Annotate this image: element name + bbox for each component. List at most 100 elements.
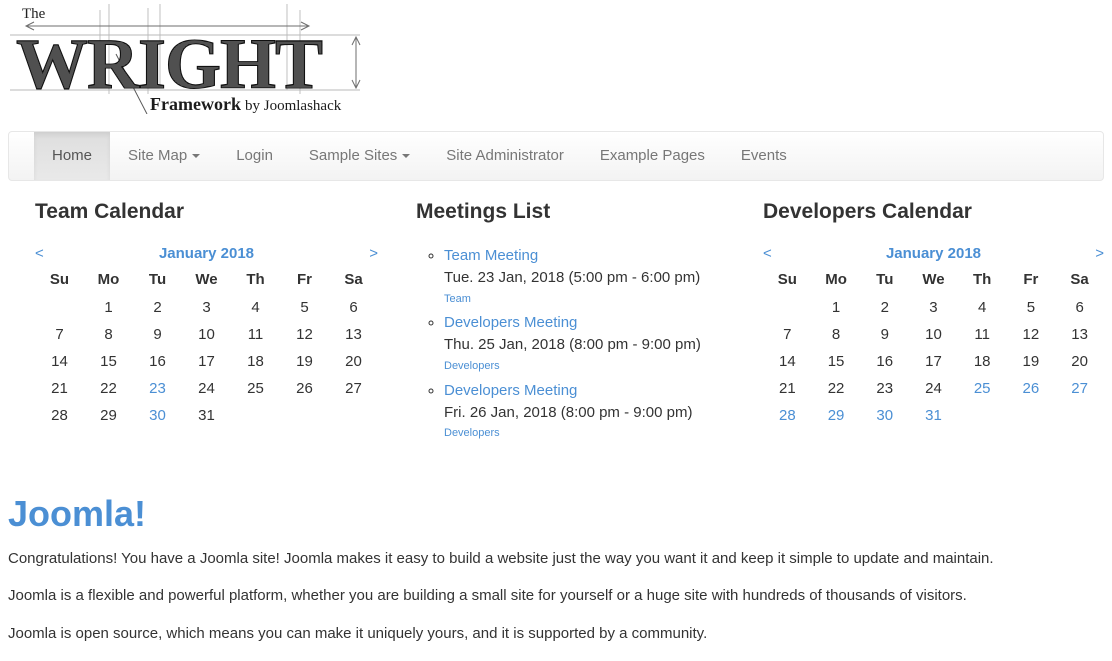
calendar-week-row: 21 22 23 24 25 26 27 (35, 375, 378, 402)
developers-calendar-weekday-tu: Tu (876, 271, 894, 289)
calendar-weekday-row: Su Mo Tu We Th Fr Sa (763, 267, 1104, 294)
developers-calendar-day-19: 19 (1022, 353, 1040, 371)
calendar-week-row: 14 15 16 17 18 19 20 (35, 348, 378, 375)
team-calendar-weekday-su: Su (49, 271, 70, 289)
developers-calendar-day-13: 13 (1071, 326, 1088, 344)
team-calendar-day-8: 8 (104, 326, 113, 344)
meetings-list-module: Meetings List Team MeetingTue. 23 Jan, 2… (390, 200, 750, 447)
developers-calendar-weekday-we: We (922, 271, 945, 289)
nav-item-label: Site Map (128, 147, 188, 164)
next-month-arrow-icon[interactable]: > (358, 245, 378, 262)
nav-item-example-pages[interactable]: Example Pages (582, 132, 723, 180)
calendar-empty-cell (1055, 402, 1104, 429)
site-logo[interactable]: The WRIGHT Framework by Joomlashack (4, 2, 366, 114)
developers-calendar-day-link-29[interactable]: 29 (812, 402, 861, 429)
team-calendar-day-25: 25 (247, 380, 264, 398)
meeting-category-link[interactable]: Team (444, 289, 738, 310)
team-calendar-day-21: 21 (51, 380, 68, 398)
calendar-empty-cell (280, 402, 329, 429)
team-calendar-day-2: 2 (153, 299, 162, 317)
meeting-list-item: Developers Meeting Thu. 25 Jan, 2018 (8:0… (444, 312, 738, 376)
nav-item-site-map[interactable]: Site Map (110, 132, 218, 180)
team-calendar-weekday-fr: Fr (297, 271, 312, 289)
developers-calendar-day-2: 2 (880, 299, 889, 317)
prev-month-arrow-icon[interactable]: < (35, 245, 55, 262)
module-row: Team Calendar < January 2018 > Su Mo Tu We T… (0, 200, 1112, 447)
calendar-empty-cell (958, 402, 1007, 429)
team-calendar-day-9: 9 (153, 326, 162, 344)
developers-calendar-weekday-th: Th (973, 271, 992, 289)
nav-item-sample-sites[interactable]: Sample Sites (291, 132, 428, 180)
team-calendar-day-3: 3 (202, 299, 211, 317)
team-calendar-day-15: 15 (100, 353, 117, 371)
team-calendar-day-22: 22 (100, 380, 117, 398)
developers-calendar-day-14: 14 (779, 353, 796, 371)
nav-item-label: Site Administrator (446, 147, 564, 164)
team-calendar-day-link-30[interactable]: 30 (133, 402, 182, 429)
meeting-title-link[interactable]: Developers Meeting (444, 380, 738, 402)
main-navigation: Home Site Map Login Sample Sites Site Admini… (8, 131, 1104, 181)
developers-calendar-day-15: 15 (827, 353, 845, 371)
meeting-list-item: Team MeetingTue. 23 Jan, 2018 (5:00 pm -… (444, 245, 738, 309)
developers-calendar-day-link-26[interactable]: 26 (1007, 375, 1056, 402)
nav-item-label: Login (236, 147, 273, 164)
calendar-week-row: 28 29 30 31 (35, 402, 378, 429)
developers-calendar-month-label[interactable]: January 2018 (783, 245, 1084, 262)
team-calendar-day-6: 6 (349, 299, 358, 317)
article-paragraph: Joomla is open source, which means you c… (8, 625, 708, 643)
developers-calendar-day-10: 10 (925, 326, 942, 344)
developers-calendar-day-9: 9 (880, 326, 889, 344)
developers-calendar-weekday-fr: Fr (1023, 271, 1039, 289)
developers-calendar-day-4: 4 (977, 299, 987, 317)
nav-item-events[interactable]: Events (723, 132, 805, 180)
team-calendar-day-12: 12 (296, 326, 313, 344)
team-calendar-day-16: 16 (149, 353, 166, 371)
team-calendar-day-18: 18 (247, 353, 264, 371)
nav-item-home[interactable]: Home (34, 132, 111, 180)
svg-text:Framework: Framework (150, 94, 241, 114)
developers-calendar-day-11: 11 (974, 326, 990, 344)
team-calendar-day-link-23[interactable]: 23 (133, 375, 182, 402)
nav-item-site-administrator[interactable]: Site Administrator (428, 132, 582, 180)
developers-calendar-module: Developers Calendar < January 2018 > Su M… (750, 200, 1112, 447)
nav-list: Home Site Map Login Sample Sites Site Admini… (34, 132, 1103, 180)
team-calendar-weekday-mo: Mo (97, 271, 120, 289)
developers-calendar-day-3: 3 (929, 299, 938, 317)
prev-month-arrow-icon[interactable]: < (763, 245, 783, 262)
developers-calendar-grid: Su Mo Tu We Th Fr Sa 1 2 3 4 5 6 7 8 9 10 11 12 13 14 15 16 17 1… (763, 267, 1104, 429)
meeting-category-link[interactable]: Developers (444, 356, 738, 377)
developers-calendar-day-20: 20 (1071, 353, 1088, 371)
meeting-category-link[interactable]: Developers (444, 423, 738, 444)
developers-calendar-weekday-sa: Sa (1070, 271, 1089, 289)
next-month-arrow-icon[interactable]: > (1084, 245, 1104, 262)
developers-calendar-day-8: 8 (831, 326, 841, 344)
article-paragraph: Joomla is a flexible and powerful platfo… (8, 587, 967, 605)
developers-calendar-day-link-28[interactable]: 28 (763, 402, 812, 429)
svg-text:The: The (22, 6, 46, 22)
meeting-title-link[interactable]: Developers Meeting (444, 312, 738, 334)
developers-calendar-day-link-31[interactable]: 31 (909, 402, 958, 429)
calendar-week-row: 1 2 3 4 5 6 (35, 294, 378, 321)
meeting-datetime: Tue. 23 Jan, 2018 (5:00 pm - 6:00 pm) (444, 268, 701, 286)
meeting-datetime: Thu. 25 Jan, 2018 (8:00 pm - 9:00 pm) (444, 336, 701, 354)
team-calendar-day-27: 27 (345, 380, 362, 398)
nav-item-login[interactable]: Login (218, 132, 291, 180)
nav-item-label: Events (740, 147, 787, 164)
chevron-down-icon (402, 154, 411, 158)
developers-calendar-day-6: 6 (1075, 299, 1084, 317)
developers-calendar-day-link-25[interactable]: 25 (958, 375, 1007, 402)
team-calendar-nav: < January 2018 > (35, 245, 378, 262)
team-calendar-grid: Su Mo Tu We Th Fr Sa 1 2 3 4 5 6 7 8 9 10 11 12 13 14 15 16 17 1… (35, 267, 378, 429)
team-calendar-day-5: 5 (300, 299, 309, 317)
meetings-list-title: Meetings List (416, 200, 551, 223)
developers-calendar-day-12: 12 (1022, 326, 1040, 344)
developers-calendar-nav: < January 2018 > (763, 245, 1104, 262)
team-calendar-module: Team Calendar < January 2018 > Su Mo Tu We T… (0, 200, 390, 447)
developers-calendar-day-link-30[interactable]: 30 (860, 402, 909, 429)
calendar-empty-cell (35, 294, 84, 321)
meeting-datetime: Fri. 26 Jan, 2018 (8:00 pm - 9:00 pm) (444, 403, 693, 421)
calendar-empty-cell (329, 402, 378, 429)
developers-calendar-day-link-27[interactable]: 27 (1055, 375, 1104, 402)
team-calendar-month-label[interactable]: January 2018 (55, 245, 358, 262)
meeting-title-link[interactable]: Team Meeting (444, 245, 738, 267)
